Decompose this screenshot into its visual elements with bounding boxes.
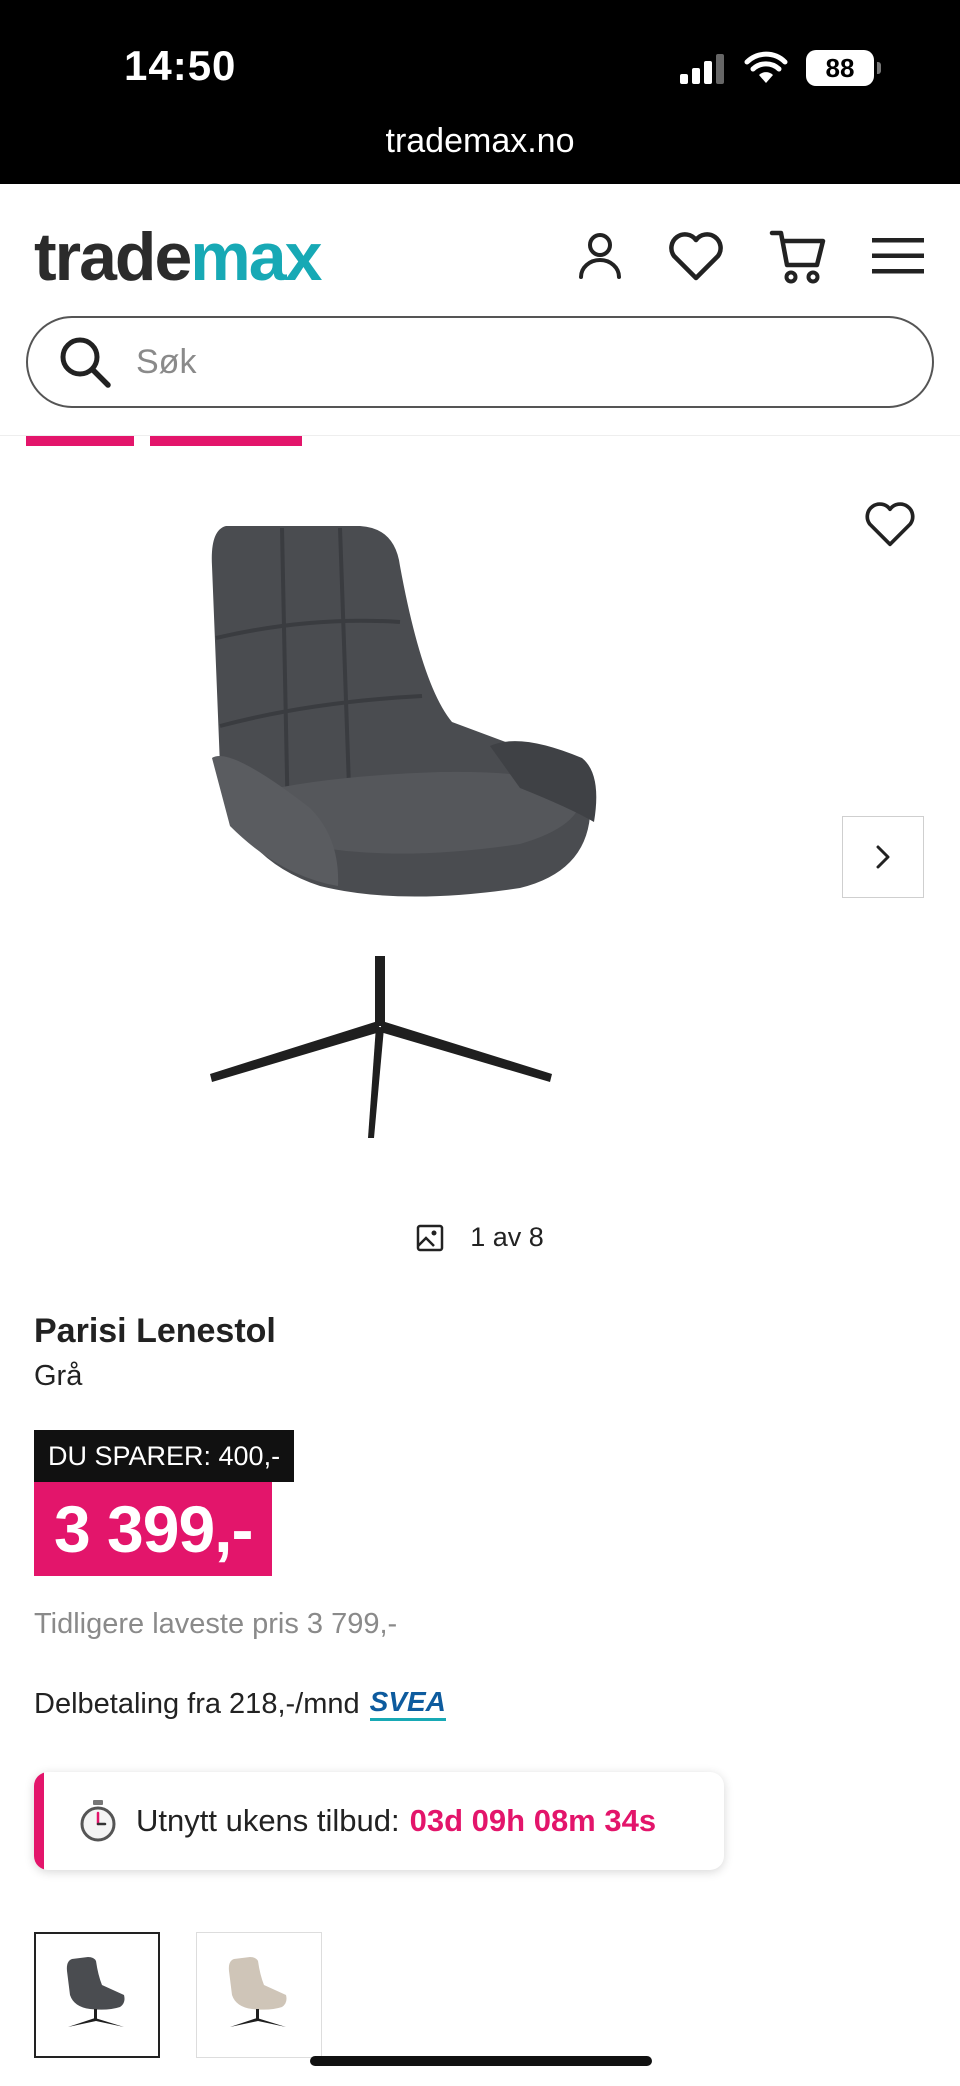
chair-stem xyxy=(375,956,385,1026)
cart-icon xyxy=(769,230,826,284)
trademax-logo[interactable]: trademax xyxy=(34,218,322,296)
product-price: 3 399,- xyxy=(34,1482,273,1576)
weekly-offer-banner: Utnytt ukens tilbud: 03d 09h 08m 34s xyxy=(34,1772,724,1870)
chair-leg xyxy=(210,1021,380,1082)
installment-info[interactable]: Delbetaling fra 218,-/mnd SVEA xyxy=(34,1688,446,1721)
stopwatch-icon xyxy=(80,1800,116,1842)
product-image-lounge-chair[interactable] xyxy=(190,526,770,1166)
installment-text: Delbetaling fra 218,-/mnd xyxy=(34,1688,360,1720)
svea-logo: SVEA xyxy=(369,1688,446,1721)
image-icon xyxy=(416,1224,444,1251)
add-to-wishlist-button[interactable] xyxy=(858,492,922,556)
account-button[interactable] xyxy=(568,224,632,288)
address-bar-url[interactable]: trademax.no xyxy=(0,122,960,161)
product-variant: Grå xyxy=(34,1360,83,1392)
offer-label: Utnytt ukens tilbud: xyxy=(136,1803,400,1838)
category-tab-indicator xyxy=(26,436,134,446)
image-counter-text: 1 av 8 xyxy=(470,1222,544,1252)
savings-badge: DU SPARER: 400,- xyxy=(34,1430,295,1482)
heart-icon xyxy=(865,502,915,547)
product-title: Parisi Lenestol xyxy=(34,1312,276,1350)
menu-icon xyxy=(872,238,924,274)
status-time: 14:50 xyxy=(124,42,237,89)
next-image-button[interactable] xyxy=(842,816,924,898)
search-icon xyxy=(60,337,111,388)
home-indicator[interactable] xyxy=(310,2056,652,2066)
color-option-grey[interactable] xyxy=(34,1932,160,2058)
previous-lowest-price: Tidligere laveste pris 3 799,- xyxy=(34,1608,398,1640)
thumbnail-chair-beige xyxy=(228,1957,287,2027)
site-header: trademax xyxy=(0,184,960,436)
cellular-signal-icon xyxy=(680,54,724,84)
wishlist-button[interactable] xyxy=(664,224,728,288)
wifi-icon xyxy=(744,51,788,83)
product-gallery: 1 av 8 xyxy=(0,446,960,1266)
category-tab-indicator xyxy=(150,436,302,446)
battery-indicator: 88 xyxy=(806,50,881,86)
chair-leg xyxy=(380,1021,552,1082)
search-bar[interactable] xyxy=(26,316,934,408)
cart-button[interactable] xyxy=(766,224,830,288)
status-bar: 14:50 88 trademax.no xyxy=(0,0,960,184)
heart-icon xyxy=(669,232,723,281)
menu-button[interactable] xyxy=(866,224,930,288)
color-option-beige[interactable] xyxy=(196,1932,322,2058)
logo-text-max: max xyxy=(190,219,322,295)
user-icon xyxy=(579,233,621,279)
search-input[interactable] xyxy=(136,342,896,382)
logo-text-trade: trade xyxy=(34,219,192,295)
chevron-right-icon xyxy=(876,845,890,869)
chair-leg xyxy=(368,1026,384,1138)
thumbnail-chair-grey xyxy=(66,1957,125,2027)
image-counter: 1 av 8 xyxy=(0,1222,960,1253)
status-icons: 88 xyxy=(678,50,881,86)
offer-countdown: 03d 09h 08m 34s xyxy=(409,1803,657,1838)
